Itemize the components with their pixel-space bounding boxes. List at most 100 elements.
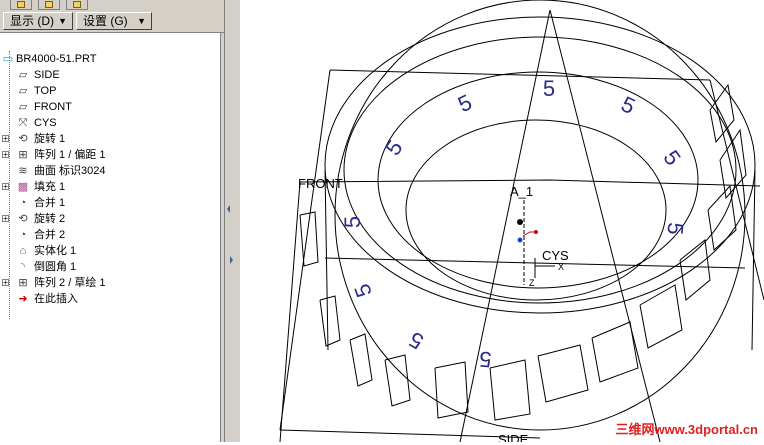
gear-tooth <box>537 344 589 403</box>
outer-rim <box>324 16 756 314</box>
expand-toggle-icon[interactable]: + <box>2 183 9 191</box>
tree-item[interactable]: ▱ SIDE <box>0 67 220 83</box>
tree-item[interactable]: ➜ 在此插入 <box>0 291 220 307</box>
dropdown-arrow-icon: ▼ <box>137 16 146 26</box>
gear-tooth <box>489 359 531 421</box>
tab-favorites[interactable] <box>66 0 88 10</box>
expand-toggle-icon[interactable]: + <box>2 151 9 159</box>
gear-tooth <box>719 128 747 200</box>
gear-tooth <box>639 284 683 349</box>
panel-tab-strip <box>0 0 224 10</box>
tree-item-label: BR4000-51.PRT <box>16 53 97 65</box>
engraved-digit: 5 <box>405 327 428 355</box>
tree-item[interactable]: ◔ 合并 2 <box>0 227 220 243</box>
engraved-digit: 5 <box>617 91 639 119</box>
tree-item[interactable]: ⤧ CYS <box>0 115 220 131</box>
tree-item-label: 合并 2 <box>34 229 66 241</box>
csys-z-label: Z <box>529 278 535 288</box>
collapse-left-icon[interactable] <box>227 205 230 213</box>
tree-item-label: 阵列 1 / 偏距 1 <box>34 149 106 161</box>
engraved-digit: 5 <box>349 281 377 301</box>
tree-item-label: 旋转 1 <box>34 133 66 145</box>
expand-toggle-icon[interactable]: + <box>2 279 9 287</box>
model-wireframe: 5 5 5 5 5 5 5 5 5 5 FRONT A_1 CYS X Z SI… <box>279 0 764 445</box>
tree-menu-bar: 显示 (D) ▼ 设置 (G) ▼ <box>0 10 224 33</box>
bore <box>405 119 667 301</box>
engraved-digit: 5 <box>454 89 476 117</box>
model-tree: ▭ BR4000-51.PRT ▱ SIDE ▱ TOP ▱ FRONT ⤧ CYS + ⟲ 旋转 1 +… <box>0 33 221 442</box>
insert-here-arrow-icon: ➜ <box>18 293 28 305</box>
tree-item-label: FRONT <box>34 101 72 113</box>
datum-plane-icon: ▱ <box>18 69 28 81</box>
model-tree-panel: 显示 (D) ▼ 设置 (G) ▼ ▭ BR4000-51.PRT ▱ SIDE ▱ TO… <box>0 0 224 442</box>
part-icon: ▭ <box>2 53 14 65</box>
tree-item[interactable]: + ⊞ 阵列 1 / 偏距 1 <box>0 147 220 163</box>
tree-item-label: 曲面 标识3024 <box>34 165 106 177</box>
merge-icon: ◔ <box>19 229 27 241</box>
tree-item[interactable]: ⌂ 实体化 1 <box>0 243 220 259</box>
solidify-icon: ⌂ <box>19 245 27 257</box>
tree-item-label: TOP <box>34 85 57 97</box>
coordinate-system-icon: ⤧ <box>18 117 28 129</box>
gear-tooth <box>591 321 639 383</box>
tree-item[interactable]: ◝ 倒圆角 1 <box>0 259 220 275</box>
tree-item-label: 阵列 2 / 草绘 1 <box>34 277 106 289</box>
tree-item[interactable]: + ▩ 填充 1 <box>0 179 220 195</box>
display-menu-label: 显示 (D) <box>10 14 54 28</box>
revolve-icon: ⟲ <box>18 213 28 225</box>
tree-item[interactable]: ▭ BR4000-51.PRT <box>0 51 220 67</box>
settings-menu-button[interactable]: 设置 (G) ▼ <box>76 12 152 30</box>
tree-item-label: 填充 1 <box>34 181 66 193</box>
tree-item-label: 合并 1 <box>34 197 66 209</box>
front-datum-plane-edge <box>279 181 301 443</box>
panel-splitter[interactable] <box>224 0 241 442</box>
axis-a1-label: A_1 <box>510 184 533 199</box>
tree-item-label: 倒圆角 1 <box>34 261 77 273</box>
front-datum-label: FRONT <box>298 176 343 191</box>
engraved-digit: 5 <box>380 136 408 160</box>
engraved-digit: 5 <box>662 221 688 235</box>
tree-item[interactable]: ≋ 曲面 标识3024 <box>0 163 220 179</box>
datum-plane-icon: ▱ <box>18 85 28 97</box>
tab-folder-browser[interactable] <box>38 0 60 10</box>
tree-item[interactable]: ▱ TOP <box>0 83 220 99</box>
expand-toggle-icon[interactable]: + <box>2 215 9 223</box>
tree-item[interactable]: + ⟲ 旋转 1 <box>0 131 220 147</box>
gear-tooth <box>679 239 711 301</box>
tree-item-label: 旋转 2 <box>34 213 66 225</box>
side-datum-plane-edge <box>549 9 661 443</box>
gear-tooth <box>319 295 341 347</box>
side-datum-label: SIDE <box>498 432 529 442</box>
display-menu-button[interactable]: 显示 (D) ▼ <box>3 12 73 30</box>
datum-plane-icon: ▱ <box>18 101 28 113</box>
tab-model-tree[interactable] <box>10 0 32 10</box>
tree-item[interactable]: + ⟲ 旋转 2 <box>0 211 220 227</box>
engraved-digit: 5 <box>478 346 492 372</box>
gear-tooth <box>349 333 373 387</box>
tree-item[interactable]: + ⊞ 阵列 2 / 草绘 1 <box>0 275 220 291</box>
expand-toggle-icon[interactable]: + <box>2 135 9 143</box>
tree-item-label: SIDE <box>34 69 60 81</box>
merge-icon: ◔ <box>19 197 27 209</box>
engraved-digit: 5 <box>543 76 555 101</box>
csys-label: CYS <box>542 248 569 263</box>
expand-right-icon[interactable] <box>230 256 233 264</box>
folder-icon <box>45 1 53 8</box>
gear-tooth <box>434 361 469 419</box>
tree-item-label: CYS <box>34 117 57 129</box>
surface-icon: ≋ <box>18 165 28 177</box>
gear-tooth <box>707 184 737 251</box>
body-silhouette <box>324 169 329 351</box>
pattern-icon: ⊞ <box>18 149 28 161</box>
dropdown-arrow-icon: ▼ <box>58 16 67 26</box>
tree-item[interactable]: ▱ FRONT <box>0 99 220 115</box>
csys-x-label: X <box>558 262 564 272</box>
gear-tooth <box>384 354 411 407</box>
tree-item-label: 在此插入 <box>34 293 78 305</box>
pattern-icon: ⊞ <box>18 277 28 289</box>
graphics-viewport[interactable]: 5 5 5 5 5 5 5 5 5 5 FRONT A_1 CYS X Z SI… <box>240 0 764 445</box>
round-icon: ◝ <box>20 261 26 273</box>
engraved-digit: 5 <box>658 146 686 170</box>
tree-item[interactable]: ◔ 合并 1 <box>0 195 220 211</box>
settings-menu-label: 设置 (G) <box>83 14 128 28</box>
